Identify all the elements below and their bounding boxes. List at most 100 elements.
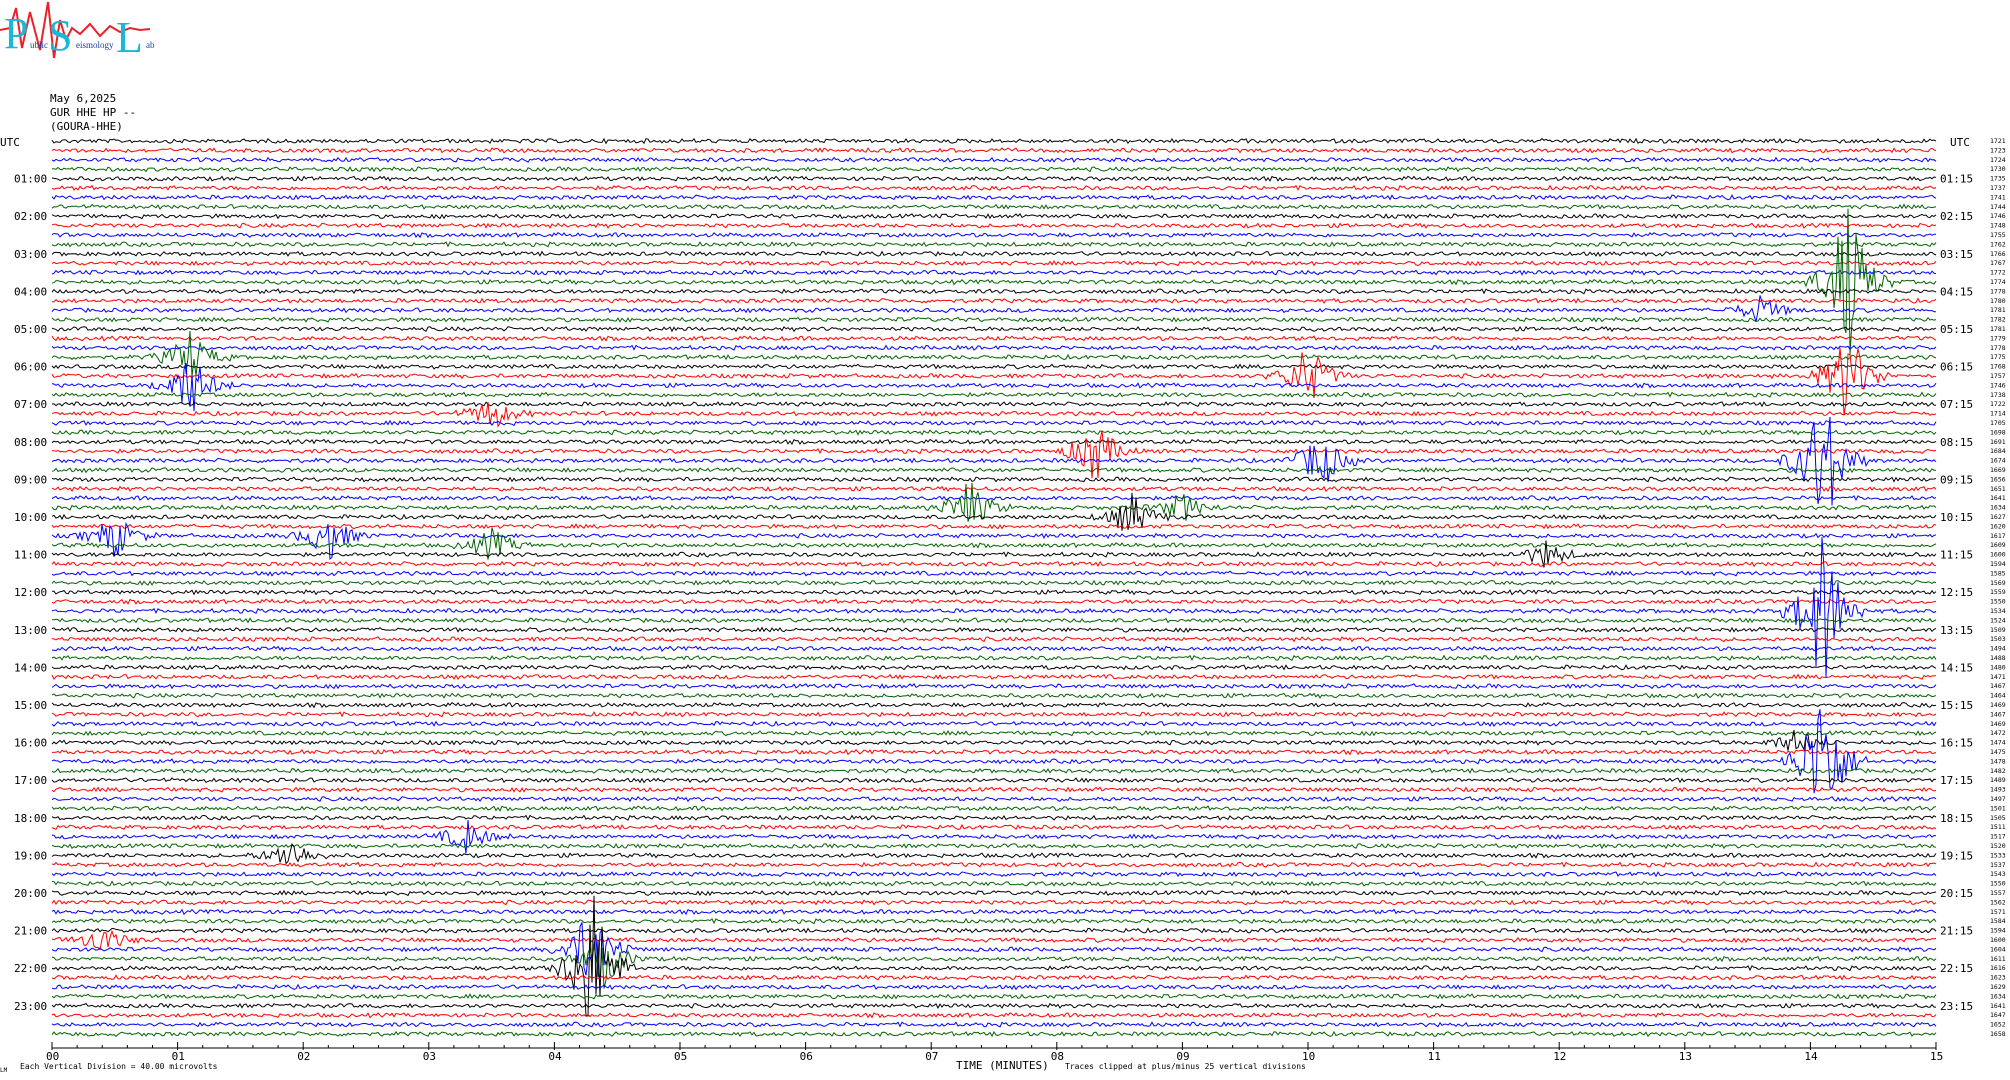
trace-offset-label: 1609 (1990, 541, 2006, 549)
trace-offset-label: 1627 (1990, 513, 2006, 521)
trace-8 (51, 213, 1937, 220)
trace-offset-label: 1641 (1990, 494, 2006, 502)
trace-offset-label: 1684 (1990, 447, 2006, 455)
trace-offset-label: 1562 (1990, 898, 2006, 906)
trace-offset-label: 1494 (1990, 645, 2006, 653)
left-hour-label: 13:00 (14, 624, 47, 637)
trace-63 (51, 729, 1937, 737)
trace-offset-label: 1772 (1990, 269, 2006, 277)
trace-offset-label: 1767 (1990, 259, 2006, 267)
right-hour-label: 14:15 (1940, 661, 1973, 674)
trace-offset-label: 1489 (1990, 776, 2006, 784)
trace-78 (51, 871, 1937, 878)
x-tick-label: 02 (297, 1050, 310, 1063)
trace-49 (51, 598, 1937, 605)
x-tick-label: 07 (925, 1050, 938, 1063)
trace-38 (51, 495, 1937, 502)
trace-12 (51, 250, 1937, 258)
trace-21 (51, 335, 1937, 342)
trace-offset-label: 1557 (1990, 889, 2006, 897)
trace-3 (51, 166, 1937, 173)
trace-offset-label: 1746 (1990, 212, 2006, 220)
left-hour-label: 09:00 (14, 473, 47, 486)
left-hour-label: 07:00 (14, 398, 47, 411)
trace-75 (51, 842, 1937, 850)
trace-offset-label: 1778 (1990, 344, 2006, 352)
trace-47 (51, 579, 1937, 586)
trace-offset-label: 1471 (1990, 673, 2006, 681)
trace-offset-label: 1623 (1990, 974, 2006, 982)
trace-95 (51, 1030, 1937, 1038)
left-hour-label: 04:00 (14, 285, 47, 298)
trace-16 (51, 288, 1937, 295)
trace-offset-label: 1705 (1990, 419, 2006, 427)
trace-offset-label: 1488 (1990, 654, 2006, 662)
right-hour-label: 17:15 (1940, 774, 1973, 787)
trace-31 (51, 429, 1937, 436)
trace-93 (51, 1012, 1937, 1019)
right-hour-label: 02:15 (1940, 210, 1973, 223)
trace-offset-label: 1594 (1990, 927, 2006, 935)
trace-6 (51, 194, 1937, 201)
trace-65 (51, 748, 1937, 756)
trace-88 (51, 895, 1937, 1017)
trace-offset-label: 1524 (1990, 616, 2006, 624)
trace-offset-label: 1584 (1990, 917, 2006, 925)
trace-offset-label: 1669 (1990, 466, 2006, 474)
trace-48 (51, 589, 1937, 596)
trace-offset-label: 1737 (1990, 184, 2006, 192)
x-tick-label: 03 (423, 1050, 436, 1063)
trace-73 (51, 823, 1937, 831)
trace-10 (51, 231, 1936, 239)
trace-offset-label: 1497 (1990, 795, 2006, 803)
trace-offset-label: 1493 (1990, 786, 2006, 794)
trace-89 (51, 974, 1937, 981)
right-hour-label: 16:15 (1940, 737, 1973, 750)
trace-2 (51, 156, 1937, 163)
trace-92 (51, 1002, 1937, 1009)
trace-offset-label: 1782 (1990, 316, 2006, 324)
left-hour-label: 23:00 (14, 1000, 47, 1013)
right-hour-label: 20:15 (1940, 887, 1973, 900)
trace-offset-label: 1778 (1990, 287, 2006, 295)
trace-13 (51, 259, 1937, 267)
trace-22 (51, 344, 1937, 351)
trace-90 (51, 983, 1937, 991)
trace-72 (51, 814, 1937, 821)
trace-84 (51, 927, 1937, 934)
trace-offset-label: 1533 (1990, 851, 2006, 859)
right-hour-label: 23:15 (1940, 1000, 1973, 1013)
trace-11 (51, 241, 1937, 248)
trace-34 (51, 416, 1937, 506)
trace-offset-label: 1779 (1990, 334, 2006, 342)
trace-offset-label: 1571 (1990, 908, 2006, 916)
trace-offset-label: 1467 (1990, 710, 2006, 718)
right-hour-label: 18:15 (1940, 812, 1973, 825)
trace-offset-label: 1658 (1990, 1030, 2006, 1038)
trace-offset-label: 1611 (1990, 955, 2006, 963)
trace-offset-label: 1585 (1990, 569, 2006, 577)
trace-55 (51, 654, 1937, 662)
trace-36 (51, 476, 1937, 483)
right-hour-label: 10:15 (1940, 511, 1973, 524)
vertical-division-note: Each Vertical Division = 40.00 microvolt… (20, 1062, 218, 1071)
trace-94 (51, 1021, 1937, 1028)
trace-54 (51, 645, 1937, 652)
trace-offset-label: 1629 (1990, 983, 2006, 991)
left-hour-label: 15:00 (14, 699, 47, 712)
trace-58 (51, 683, 1937, 690)
trace-offset-label: 1511 (1990, 823, 2006, 831)
trace-offset-label: 1467 (1990, 682, 2006, 690)
trace-35 (51, 466, 1936, 474)
left-hour-label: 18:00 (14, 812, 47, 825)
trace-offset-label: 1651 (1990, 485, 2006, 493)
left-hour-label: 05:00 (14, 323, 47, 336)
trace-offset-label: 1766 (1990, 250, 2006, 258)
trace-offset-label: 1474 (1990, 739, 2006, 747)
trace-offset-label: 1698 (1990, 428, 2006, 436)
trace-68 (51, 777, 1937, 784)
trace-56 (51, 664, 1937, 671)
trace-60 (51, 701, 1937, 709)
trace-91 (51, 993, 1937, 1000)
trace-41 (51, 523, 1937, 530)
